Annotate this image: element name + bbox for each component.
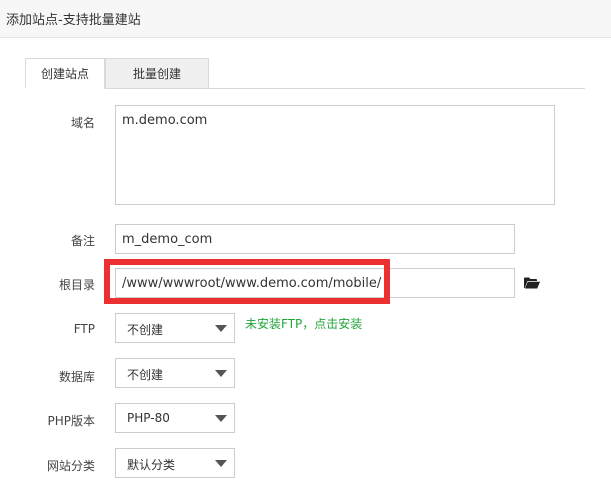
- dialog-title: 添加站点-支持批量建站: [6, 13, 141, 28]
- php-version-select-value: PHP-80: [127, 411, 170, 425]
- site-category-select-value: 默认分类: [127, 458, 176, 472]
- site-category-select[interactable]: 默认分类: [115, 448, 235, 478]
- ftp-select-value: 不创建: [127, 323, 164, 337]
- remark-label: 备注: [70, 234, 95, 248]
- php-version-select[interactable]: PHP-80: [115, 403, 235, 433]
- folder-open-icon[interactable]: [524, 277, 540, 289]
- tab-create-site[interactable]: 创建站点: [25, 58, 105, 89]
- tab-batch-create[interactable]: 批量创建: [105, 58, 209, 89]
- remark-input[interactable]: [115, 224, 515, 254]
- chevron-down-icon: [215, 460, 227, 467]
- chevron-down-icon: [215, 370, 227, 377]
- chevron-down-icon: [215, 325, 227, 332]
- database-select[interactable]: 不创建: [115, 358, 235, 388]
- root-dir-label: 根目录: [58, 278, 95, 292]
- domain-label: 域名: [70, 116, 95, 130]
- database-select-value: 不创建: [127, 368, 164, 382]
- database-label: 数据库: [58, 370, 95, 384]
- root-dir-input[interactable]: [115, 268, 515, 298]
- site-category-label: 网站分类: [46, 459, 95, 473]
- ftp-label: FTP: [73, 322, 95, 336]
- domain-textarea[interactable]: m.demo.com: [115, 105, 555, 205]
- tab-bar: 创建站点 批量创建: [25, 58, 585, 89]
- chevron-down-icon: [215, 415, 227, 422]
- ftp-select[interactable]: 不创建: [115, 313, 235, 343]
- install-ftp-link[interactable]: 未安装FTP，点击安装: [245, 315, 362, 332]
- php-version-label: PHP版本: [47, 414, 96, 428]
- dialog-titlebar: 添加站点-支持批量建站: [0, 0, 611, 38]
